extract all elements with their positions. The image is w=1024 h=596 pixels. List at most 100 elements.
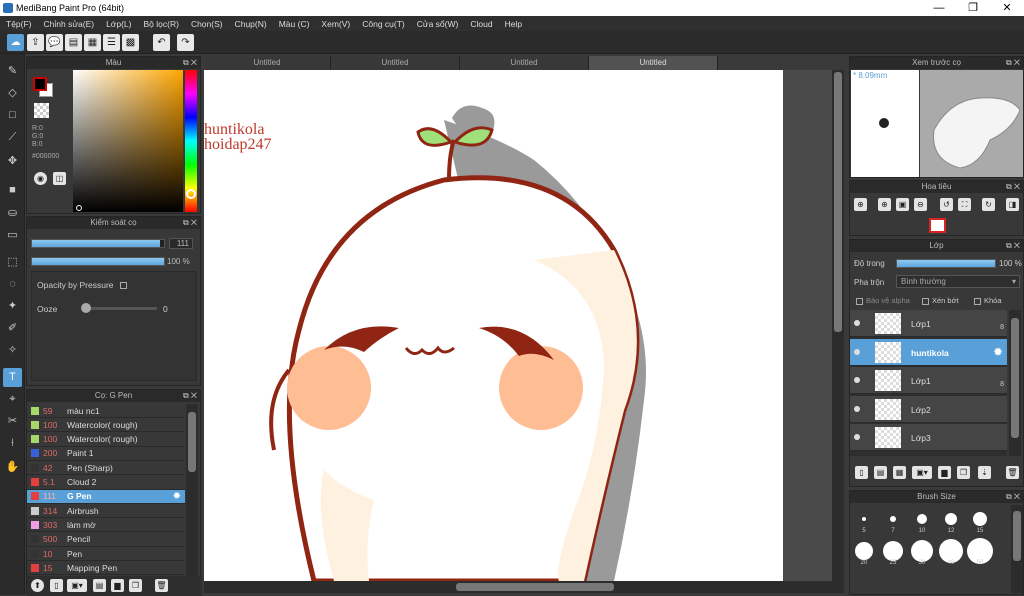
delete-brush-icon[interactable]: 🗑 bbox=[155, 579, 168, 592]
menu-help[interactable]: Help bbox=[499, 19, 528, 29]
brush-folder-icon[interactable]: ▆ bbox=[111, 579, 124, 592]
saturation-value-picker[interactable] bbox=[73, 70, 183, 212]
menu-file[interactable]: Tệp(F) bbox=[0, 19, 38, 29]
opacity-pressure-checkbox[interactable] bbox=[119, 282, 127, 290]
minimize-button[interactable]: — bbox=[922, 0, 956, 16]
new-layer-2-icon[interactable]: ▤ bbox=[874, 466, 887, 479]
operation-tool-icon[interactable]: ⌖ bbox=[3, 390, 22, 409]
brush-size-value[interactable]: 111 bbox=[169, 238, 193, 249]
halftone-layer-icon[interactable]: ▦ bbox=[893, 466, 906, 479]
delete-layer-icon[interactable]: 🗑 bbox=[1006, 466, 1019, 479]
brush-size-slider[interactable] bbox=[31, 239, 165, 248]
tab-untitled-3[interactable]: Untitled bbox=[460, 56, 589, 70]
brush-item[interactable]: 100 Watercolor( rough) bbox=[27, 418, 185, 433]
eye-icon[interactable] bbox=[854, 434, 860, 440]
brush-item[interactable]: 42 Pen (Sharp) bbox=[27, 461, 185, 476]
menu-tools[interactable]: Công cụ(T) bbox=[356, 19, 411, 29]
eye-icon[interactable] bbox=[854, 405, 860, 412]
move-tool-icon[interactable]: ✥ bbox=[3, 152, 22, 171]
layer-row[interactable]: Lớp1 8 bbox=[850, 367, 1007, 394]
upload-icon[interactable]: ⇪ bbox=[27, 34, 44, 51]
gear-icon[interactable]: ✹ bbox=[993, 345, 1003, 359]
tab-untitled-2[interactable]: Untitled bbox=[331, 56, 460, 70]
eye-icon[interactable] bbox=[854, 377, 860, 383]
chat-icon[interactable]: 💬 bbox=[46, 34, 63, 51]
duplicate-brush-icon[interactable]: ❐ bbox=[129, 579, 142, 592]
select-pen-tool-icon[interactable]: ✐ bbox=[3, 319, 22, 338]
canvas-vertical-scrollbar[interactable] bbox=[832, 70, 844, 581]
select-eraser-tool-icon[interactable]: ✧ bbox=[3, 341, 22, 360]
hand-tool-icon[interactable]: ✋ bbox=[3, 458, 22, 477]
fill-rect-tool-icon[interactable]: ■ bbox=[3, 181, 22, 200]
eraser-tool-icon[interactable]: ◇ bbox=[3, 84, 22, 103]
protect-alpha-checkbox[interactable] bbox=[856, 297, 863, 305]
layer-row[interactable]: Lớp3 bbox=[850, 424, 1007, 451]
merge-layer-icon[interactable]: ⇣ bbox=[978, 466, 991, 479]
tab-untitled-4[interactable]: Untitled bbox=[589, 56, 718, 70]
new-brush-icon[interactable]: ▯ bbox=[50, 579, 63, 592]
layer-row[interactable]: Lớp2 bbox=[850, 395, 1007, 423]
ooze-slider[interactable] bbox=[83, 307, 157, 310]
panel-close-icon[interactable]: ⧉ ✕ bbox=[183, 390, 197, 402]
zoom-in-icon[interactable]: ⊕ bbox=[854, 198, 867, 211]
brush-size-dot[interactable] bbox=[862, 517, 866, 521]
panel-close-icon[interactable]: ⧉ ✕ bbox=[1006, 491, 1020, 503]
menu-select[interactable]: Chọn(S) bbox=[185, 19, 229, 29]
brush-item[interactable]: 500 Pencil bbox=[27, 533, 185, 547]
brush-item[interactable]: 111 G Pen ✹ bbox=[27, 489, 185, 504]
brush-item[interactable]: 5.1 Cloud 2 bbox=[27, 476, 185, 490]
brush-item[interactable]: 303 làm mờ bbox=[27, 518, 185, 533]
menu-edit[interactable]: Chỉnh sửa(E) bbox=[38, 19, 101, 29]
close-button[interactable]: ✕ bbox=[990, 0, 1024, 16]
brush-size-dot[interactable] bbox=[883, 541, 903, 561]
brush-size-scrollbar[interactable] bbox=[1011, 505, 1023, 593]
duplicate-layer-icon[interactable]: ❐ bbox=[957, 466, 970, 479]
add-brush-icon[interactable]: ⬆ bbox=[31, 579, 44, 592]
navigator-thumbnail[interactable] bbox=[929, 218, 946, 233]
layer-opacity-slider[interactable] bbox=[896, 259, 996, 268]
brush-tool-icon[interactable]: ✎ bbox=[3, 62, 22, 81]
menu-snap[interactable]: Chụp(N) bbox=[229, 19, 273, 29]
divide-tool-icon[interactable]: ✂ bbox=[3, 412, 22, 431]
layer-row[interactable]: Lớp1 8 bbox=[850, 310, 1007, 337]
palette-icon[interactable]: ◉ bbox=[34, 172, 47, 185]
menu-color[interactable]: Màu (C) bbox=[273, 19, 316, 29]
page-icon[interactable]: ▦ bbox=[84, 34, 101, 51]
panel-close-icon[interactable]: ⧉ ✕ bbox=[1006, 240, 1020, 252]
tab-untitled-1[interactable]: Untitled bbox=[204, 56, 331, 70]
menu-view[interactable]: Xem(V) bbox=[315, 19, 356, 29]
canvas-text-line1[interactable]: huntikola bbox=[204, 122, 272, 138]
magic-wand-tool-icon[interactable]: ✦ bbox=[3, 297, 22, 316]
flip-icon[interactable]: ◨ bbox=[1006, 198, 1019, 211]
layer-row[interactable]: huntikola ✹ bbox=[850, 338, 1007, 366]
ooze-slider-handle[interactable] bbox=[81, 303, 91, 313]
canvas-area[interactable]: huntikola hoidap247 bbox=[204, 70, 832, 581]
brush-item[interactable]: 314 Airbrush bbox=[27, 504, 185, 519]
layer-list-scrollbar[interactable] bbox=[1009, 310, 1021, 456]
clipping-checkbox[interactable] bbox=[922, 297, 929, 305]
transparent-color-swatch[interactable] bbox=[34, 103, 49, 118]
lock-checkbox[interactable] bbox=[974, 297, 981, 305]
layer-folder-icon[interactable]: ▆ bbox=[938, 466, 951, 479]
hue-slider-handle[interactable] bbox=[186, 189, 196, 199]
comment-icon[interactable]: ▤ bbox=[65, 34, 82, 51]
zoom-out-icon[interactable]: ⊖ bbox=[914, 198, 927, 211]
brush-item[interactable]: 200 Paint 1 bbox=[27, 447, 185, 461]
color-history-icon[interactable]: ◫ bbox=[53, 172, 66, 185]
fit-icon[interactable]: ▣ bbox=[896, 198, 909, 211]
zoom-in-2-icon[interactable]: ⊕ bbox=[878, 198, 891, 211]
canvas-horizontal-scrollbar[interactable] bbox=[204, 581, 844, 593]
panel-close-icon[interactable]: ⧉ ✕ bbox=[1006, 181, 1020, 193]
eyedropper-tool-icon[interactable]: ⟊ bbox=[3, 434, 22, 453]
select-rect-tool-icon[interactable]: ⬚ bbox=[3, 253, 22, 272]
brush-size-dot[interactable] bbox=[945, 513, 957, 525]
eye-icon[interactable] bbox=[854, 348, 860, 355]
undo-icon[interactable]: ↶ bbox=[153, 34, 170, 51]
rotate-right-icon[interactable]: ↻ bbox=[982, 198, 995, 211]
gear-icon[interactable]: ✹ bbox=[173, 491, 181, 502]
gradient-tool-icon[interactable]: ▭ bbox=[3, 226, 22, 245]
menu-filter[interactable]: Bộ lọc(R) bbox=[138, 19, 185, 29]
brush-item[interactable]: 15 Mapping Pen bbox=[27, 561, 185, 576]
brush-opacity-slider[interactable] bbox=[31, 257, 165, 266]
rectangle-tool-icon[interactable]: □ bbox=[3, 106, 22, 125]
